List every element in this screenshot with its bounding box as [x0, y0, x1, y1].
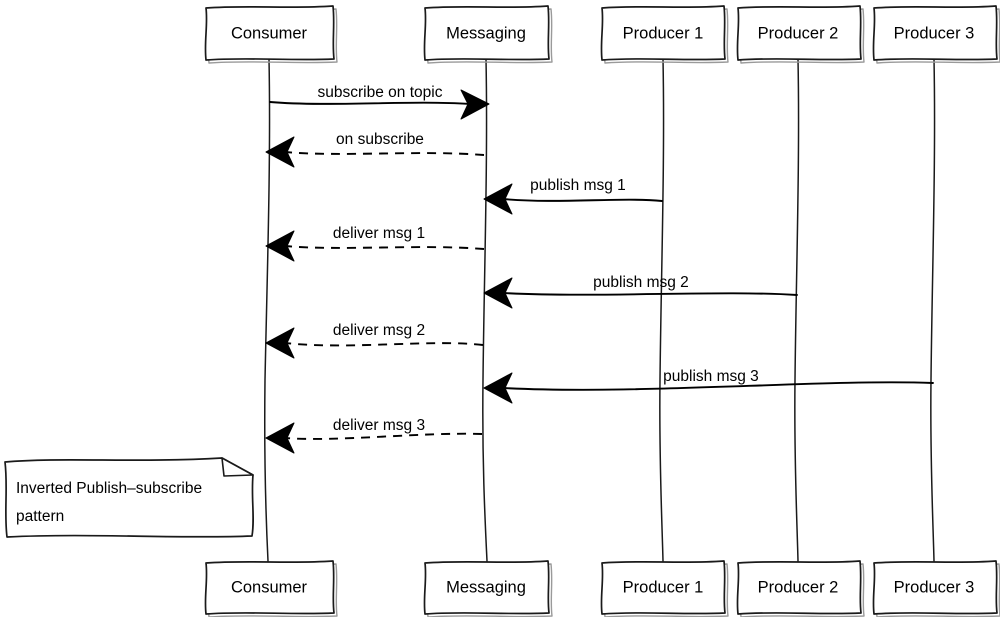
producer3-header-label: Producer 3 — [894, 24, 975, 42]
lifeline-footer-producer1[interactable]: Producer 1 — [600, 560, 729, 617]
lifeline-footer-producer3[interactable]: Producer 3 — [872, 560, 1000, 617]
message-subscribe-on-topic[interactable]: subscribe on topic — [269, 84, 490, 120]
lifeline-line-producer3 — [930, 58, 936, 562]
lifeline-line-producer1 — [659, 58, 665, 562]
producer3-footer-label: Producer 3 — [894, 578, 975, 596]
message-deliver-msg-1[interactable]: deliver msg 1 — [265, 225, 485, 262]
message-label: deliver msg 3 — [333, 417, 425, 434]
message-line — [284, 432, 483, 440]
producer2-header-label: Producer 2 — [758, 24, 839, 42]
messaging-header-label: Messaging — [446, 24, 526, 42]
note-fold-corner-icon — [221, 457, 254, 477]
lifeline-header-producer1[interactable]: Producer 1 — [600, 5, 729, 64]
lifeline-header-messaging[interactable]: Messaging — [423, 5, 553, 64]
note-box — [4, 457, 254, 538]
message-label: publish msg 3 — [663, 368, 759, 385]
lifeline-header-consumer[interactable]: Consumer — [204, 5, 338, 64]
producer1-header-label: Producer 1 — [623, 24, 704, 42]
message-line — [284, 245, 485, 250]
note-text-line-1: Inverted Publish–subscribe — [16, 480, 202, 497]
message-line — [502, 292, 798, 296]
sequence-diagram: Consumer Messaging Producer 1 Producer 2… — [0, 0, 1000, 617]
message-on-subscribe[interactable]: on subscribe — [265, 131, 485, 168]
note-inverted-pubsub[interactable]: Inverted Publish–subscribe pattern — [4, 457, 254, 538]
message-publish-msg-3[interactable]: publish msg 3 — [483, 368, 934, 404]
lifeline-line-messaging — [482, 58, 488, 562]
message-line — [269, 101, 471, 105]
lifeline-header-producer2[interactable]: Producer 2 — [736, 5, 865, 64]
lifeline-line-consumer — [263, 58, 271, 562]
message-line — [502, 198, 663, 202]
message-line — [284, 151, 485, 156]
message-line — [284, 342, 484, 347]
message-label: publish msg 1 — [530, 177, 626, 194]
consumer-header-label: Consumer — [231, 24, 308, 42]
producer2-footer-label: Producer 2 — [758, 578, 839, 596]
lifeline-footer-producer2[interactable]: Producer 2 — [736, 560, 865, 617]
messaging-footer-label: Messaging — [446, 578, 526, 596]
message-label: on subscribe — [336, 131, 424, 148]
message-publish-msg-1[interactable]: publish msg 1 — [483, 177, 663, 215]
sequence-diagram-canvas: Consumer Messaging Producer 1 Producer 2… — [4, 5, 1000, 617]
message-label: deliver msg 2 — [333, 322, 425, 339]
lifeline-footer-messaging[interactable]: Messaging — [423, 560, 553, 617]
producer1-footer-label: Producer 1 — [623, 578, 704, 596]
message-label: publish msg 2 — [593, 274, 689, 291]
message-deliver-msg-2[interactable]: deliver msg 2 — [265, 322, 484, 359]
message-label: deliver msg 1 — [333, 225, 425, 242]
message-label: subscribe on topic — [318, 84, 443, 101]
message-publish-msg-2[interactable]: publish msg 2 — [483, 274, 798, 309]
note-text-line-2: pattern — [16, 508, 64, 525]
lifeline-footer-consumer[interactable]: Consumer — [204, 560, 338, 617]
lifeline-line-producer2 — [794, 58, 800, 562]
consumer-footer-label: Consumer — [231, 578, 308, 596]
message-deliver-msg-3[interactable]: deliver msg 3 — [265, 417, 483, 454]
lifeline-header-producer3[interactable]: Producer 3 — [872, 5, 1000, 64]
